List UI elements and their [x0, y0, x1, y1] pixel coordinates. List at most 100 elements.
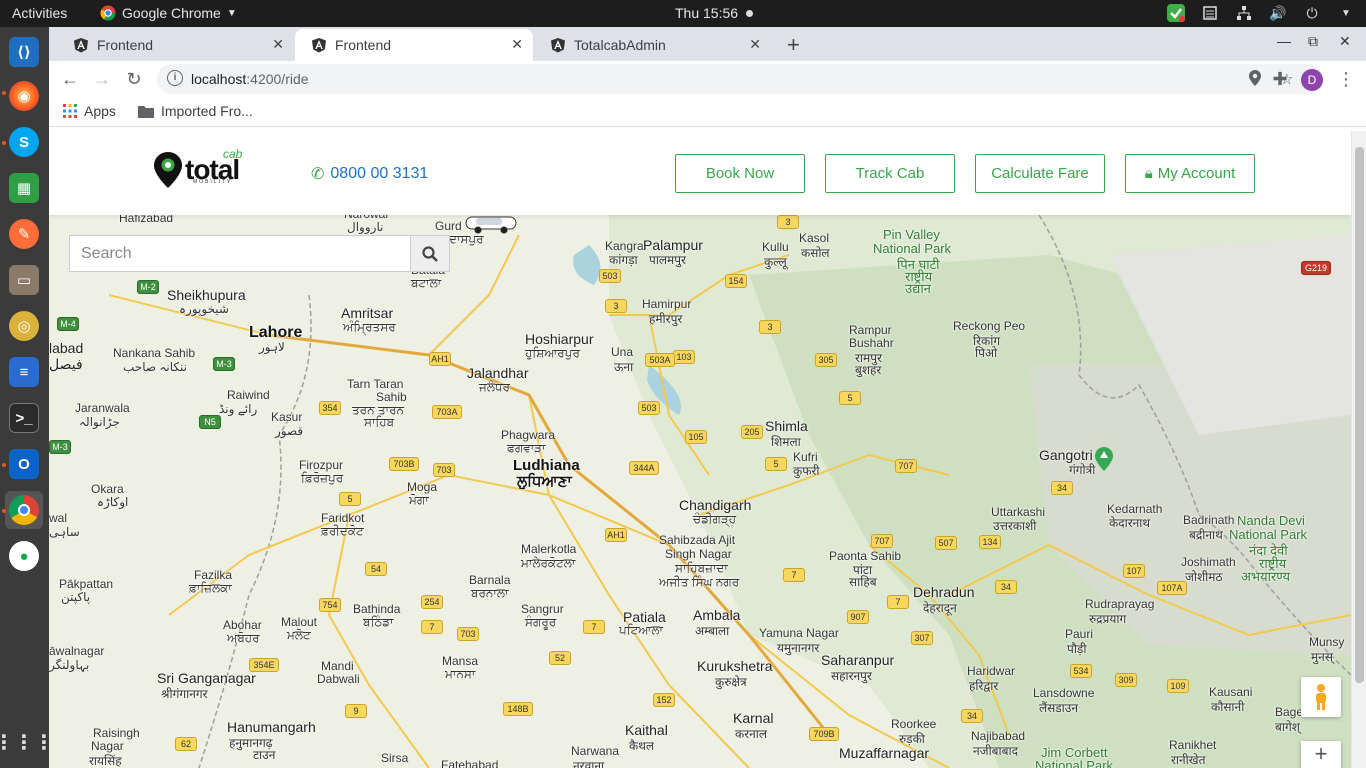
- update-check-icon[interactable]: [1166, 3, 1186, 23]
- tab-frontend-2[interactable]: Frontend ✕: [295, 29, 533, 61]
- tab-frontend-1[interactable]: Frontend ✕: [57, 29, 294, 61]
- dock-skype[interactable]: S: [5, 123, 43, 161]
- map-label: Pākpattan: [59, 577, 114, 591]
- dock-files[interactable]: ▭: [5, 261, 43, 299]
- calculate-fare-button[interactable]: Calculate Fare: [975, 154, 1105, 193]
- clipboard-icon[interactable]: [1200, 3, 1220, 23]
- more-menu-icon[interactable]: ⋮: [1334, 67, 1358, 91]
- forward-button[interactable]: →: [90, 67, 114, 91]
- map-label: Nankana Sahib: [113, 346, 196, 360]
- park-marker-icon: [1095, 447, 1113, 471]
- track-cab-button[interactable]: Track Cab: [825, 154, 955, 193]
- chevron-down-icon[interactable]: ▼: [1336, 3, 1356, 23]
- dock-outlook[interactable]: O: [5, 445, 43, 483]
- map-search-button[interactable]: [410, 235, 450, 272]
- road-shield: 105: [685, 430, 707, 444]
- terminal-icon: >_: [9, 403, 39, 433]
- profile-avatar[interactable]: D: [1301, 69, 1323, 91]
- road-shield: 703: [457, 627, 479, 641]
- road-shield: 107: [1123, 564, 1145, 578]
- scrollbar-thumb[interactable]: [1355, 147, 1364, 683]
- dock-chrome[interactable]: [5, 491, 43, 529]
- volume-icon[interactable]: 🔊: [1268, 3, 1288, 23]
- power-icon[interactable]: ⏻: [1302, 3, 1322, 23]
- maximize-button[interactable]: ⧉: [1308, 33, 1318, 50]
- road-shield: 134: [979, 535, 1001, 549]
- dock-vscode[interactable]: ⟨⟩: [5, 33, 43, 71]
- running-indicator: [2, 91, 6, 95]
- button-label: Calculate Fare: [991, 165, 1089, 182]
- map-pin-logo-icon: [154, 152, 182, 188]
- dock-writer[interactable]: ≡: [5, 353, 43, 391]
- location-pin-icon[interactable]: [1249, 70, 1261, 90]
- map-view[interactable]: Hafizabad Narowal نارووال Gurd ਦਾਸਪੁਰ Ka…: [49, 207, 1351, 768]
- dock-mongodb[interactable]: ●: [5, 537, 43, 575]
- map-label: Nanda Devi: [1237, 513, 1305, 528]
- dock-calc[interactable]: ▦: [5, 169, 43, 207]
- back-button[interactable]: ←: [58, 67, 82, 91]
- activities-button[interactable]: Activities: [12, 5, 67, 21]
- map-label: Ranikhet: [1169, 738, 1217, 752]
- bookmark-apps[interactable]: Apps: [63, 103, 116, 119]
- site-logo[interactable]: total cab MOBILITY: [153, 147, 242, 189]
- map-label: Firozpur: [299, 458, 344, 472]
- map-label: رائے ونڈ: [219, 402, 258, 416]
- map-label: ਬਟਾਲਾ: [411, 276, 442, 290]
- bookmark-imported[interactable]: Imported Fro...: [138, 103, 253, 119]
- map-label: ਫ਼ਿਰੋਜ਼ਪੁਰ: [301, 471, 344, 485]
- map-label: नरवाना: [573, 759, 605, 768]
- dock-rhythmbox[interactable]: ◎: [5, 307, 43, 345]
- extensions-icon[interactable]: ✚: [1268, 67, 1292, 91]
- app-menu[interactable]: Google Chrome ▼: [100, 5, 237, 21]
- dock-firefox[interactable]: ◉: [5, 77, 43, 115]
- my-account-button[interactable]: 🔒︎ My Account: [1125, 154, 1255, 193]
- url-host: localhost: [191, 71, 247, 87]
- map-label: Raisingh: [93, 726, 140, 740]
- close-window-button[interactable]: ✕: [1339, 33, 1351, 50]
- mongodb-icon: ●: [9, 541, 39, 571]
- map-label: ਜਲੰਧਰ: [479, 380, 510, 394]
- url-path: :4200/ride: [246, 71, 309, 87]
- tab-totalcabadmin[interactable]: TotalcabAdmin ✕: [534, 29, 771, 61]
- map-label: شیخوپورہ: [179, 302, 229, 316]
- street-view-button[interactable]: [1301, 677, 1341, 717]
- book-now-button[interactable]: Book Now: [675, 154, 805, 193]
- address-bar[interactable]: i localhost:4200/ride ☆: [157, 64, 1322, 94]
- map-label: Hoshiarpur: [525, 331, 594, 347]
- new-tab-button[interactable]: +: [787, 32, 800, 58]
- map-label: Munsy: [1309, 635, 1345, 649]
- map-label: لاہور: [259, 340, 285, 354]
- map-label: فیصل: [49, 356, 83, 372]
- map-label: Dabwali: [317, 672, 360, 686]
- zoom-in-button[interactable]: +: [1301, 741, 1341, 768]
- map-label: قصور: [275, 424, 304, 438]
- show-apps-button[interactable]: ⋮⋮⋮: [0, 723, 54, 761]
- road-shield: 109: [1167, 679, 1189, 693]
- info-icon[interactable]: i: [167, 70, 183, 86]
- clock[interactable]: Thu 15:56: [675, 5, 738, 21]
- phone-link[interactable]: ✆ 0800 00 3131: [311, 164, 428, 184]
- dock-postman[interactable]: ✎: [5, 215, 43, 253]
- url-text: localhost:4200/ride: [191, 71, 309, 87]
- logo-cab: cab: [223, 147, 243, 161]
- map-label: पालमपुर: [649, 253, 686, 267]
- map-label: ਅਬੋਹਰ: [227, 631, 260, 645]
- cab-marker-icon: [465, 216, 517, 234]
- close-icon[interactable]: ✕: [511, 36, 523, 53]
- dock-terminal[interactable]: >_: [5, 399, 43, 437]
- minimize-button[interactable]: —: [1277, 33, 1291, 49]
- map-label: हमीरपुर: [649, 312, 683, 326]
- road-shield: 7: [783, 568, 805, 582]
- map-label: जोशीमठ: [1185, 570, 1223, 584]
- page-scrollbar[interactable]: [1351, 131, 1366, 768]
- reload-button[interactable]: ↻: [122, 67, 146, 91]
- map-label: Faridkot: [321, 511, 365, 525]
- map-search-input[interactable]: Search: [69, 235, 450, 272]
- close-icon[interactable]: ✕: [749, 36, 761, 53]
- map-label: ਫ਼ਰੀਦਕੋਟ: [321, 524, 364, 538]
- map-label: wal: [49, 511, 68, 525]
- map-label: ਫ਼ਾਜ਼ਿਲਕਾ: [189, 581, 232, 595]
- close-icon[interactable]: ✕: [272, 36, 284, 53]
- map-label: Badrinath: [1183, 513, 1235, 527]
- network-icon[interactable]: [1234, 3, 1254, 23]
